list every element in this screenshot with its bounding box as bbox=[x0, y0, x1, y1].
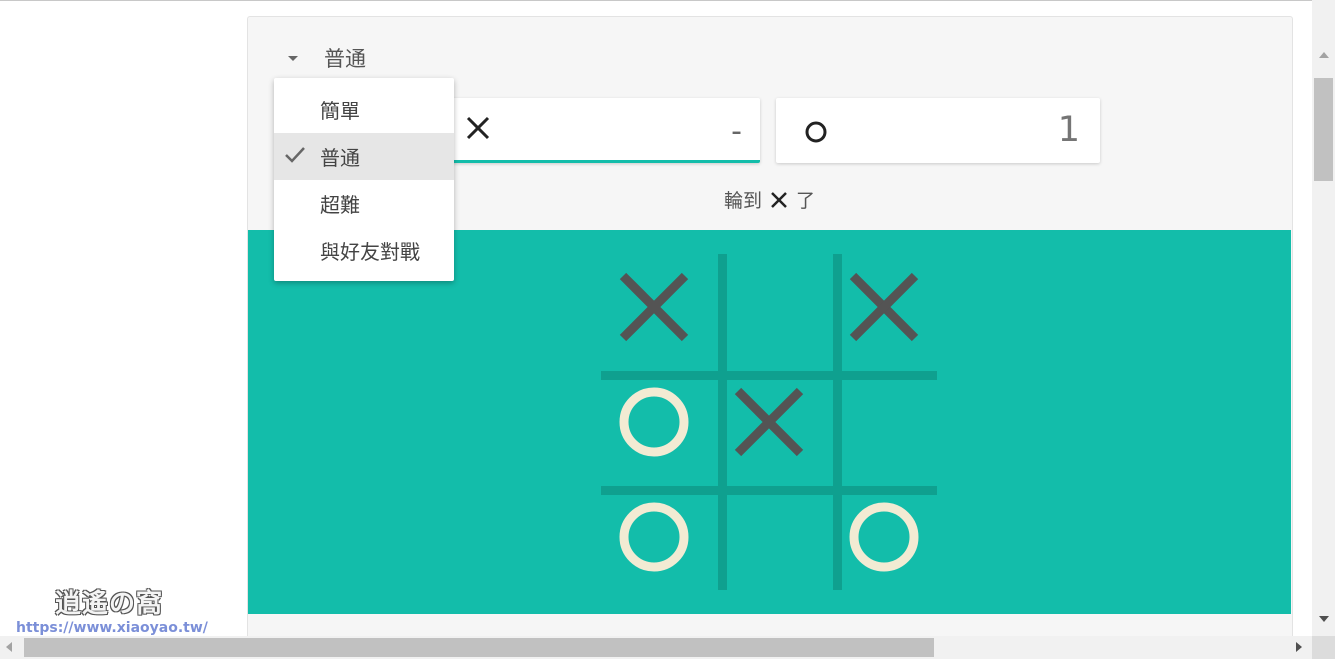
difficulty-option-label: 普通 bbox=[320, 146, 360, 170]
score-o-value: 1 bbox=[1057, 110, 1080, 150]
difficulty-option-label: 與好友對戰 bbox=[320, 240, 420, 264]
scrollbar-corner bbox=[1312, 636, 1335, 659]
board-cell[interactable] bbox=[601, 484, 716, 599]
difficulty-option[interactable]: 超難 bbox=[274, 180, 454, 227]
scroll-down-arrow-icon[interactable] bbox=[1319, 616, 1329, 622]
score-card-x: - bbox=[419, 98, 760, 163]
turn-indicator: 輪到 了 bbox=[724, 186, 815, 213]
o-mark-icon bbox=[805, 121, 827, 143]
board-cell[interactable] bbox=[831, 484, 946, 599]
difficulty-dropdown-menu: 簡單普通超難與好友對戰 bbox=[274, 78, 454, 281]
difficulty-current-label: 普通 bbox=[324, 47, 366, 71]
score-x-value: - bbox=[731, 114, 742, 149]
difficulty-option-label: 簡單 bbox=[320, 99, 360, 123]
board-cell[interactable] bbox=[716, 484, 831, 599]
check-icon bbox=[285, 147, 305, 163]
horizontal-scroll-thumb[interactable] bbox=[24, 638, 934, 657]
scroll-right-arrow-icon[interactable] bbox=[1296, 642, 1302, 652]
page-top-border bbox=[0, 0, 1335, 1]
difficulty-option[interactable]: 普通 bbox=[274, 133, 454, 180]
turn-prefix: 輪到 bbox=[724, 190, 763, 212]
caret-down-icon bbox=[288, 55, 298, 61]
game-board-area bbox=[248, 230, 1291, 614]
vertical-scroll-thumb[interactable] bbox=[1314, 78, 1333, 181]
scroll-left-arrow-icon[interactable] bbox=[6, 642, 12, 652]
horizontal-scrollbar[interactable] bbox=[0, 636, 1312, 659]
scroll-up-arrow-icon[interactable] bbox=[1319, 52, 1329, 58]
difficulty-option[interactable]: 簡單 bbox=[274, 86, 454, 133]
turn-suffix: 了 bbox=[796, 190, 816, 212]
watermark-url: https://www.xiaoyao.tw/ bbox=[16, 620, 208, 636]
watermark-logo: 逍遙の窩 bbox=[55, 589, 164, 619]
board-cell[interactable] bbox=[601, 369, 716, 484]
difficulty-option-label: 超難 bbox=[320, 193, 360, 217]
difficulty-select[interactable]: 普通 bbox=[283, 40, 366, 76]
game-board bbox=[601, 254, 946, 599]
x-mark-icon bbox=[466, 116, 490, 140]
x-mark-icon bbox=[771, 191, 787, 208]
score-card-o: 1 bbox=[776, 98, 1100, 163]
difficulty-option[interactable]: 與好友對戰 bbox=[274, 227, 454, 274]
board-cell[interactable] bbox=[716, 254, 831, 369]
vertical-scrollbar[interactable] bbox=[1312, 0, 1335, 636]
board-cell[interactable] bbox=[831, 369, 946, 484]
